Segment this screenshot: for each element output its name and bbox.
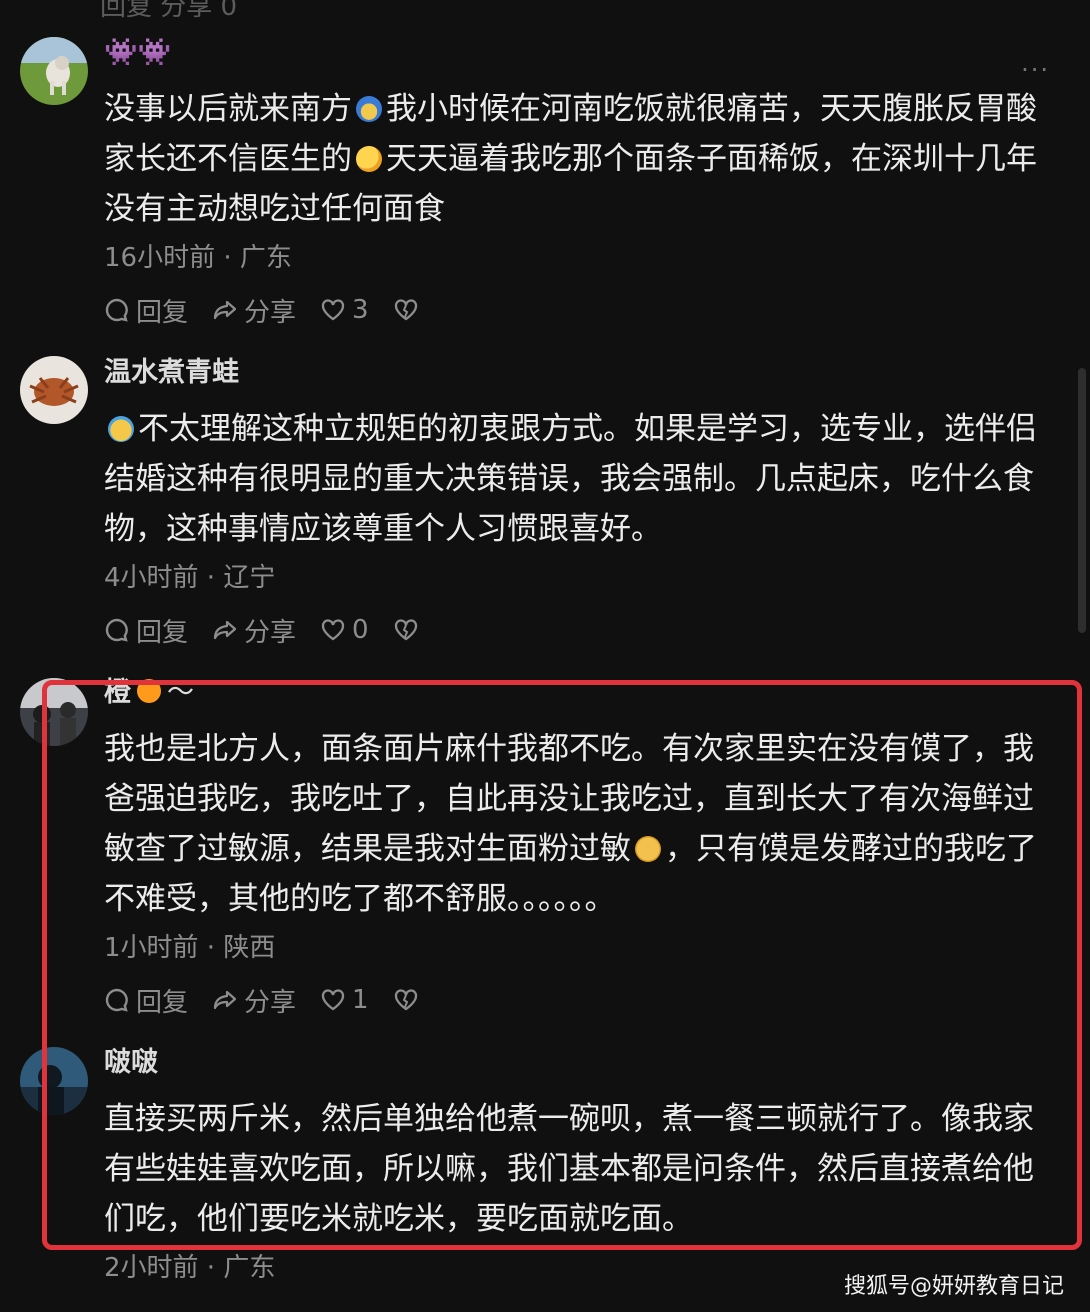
heart-icon xyxy=(321,299,345,321)
like-button[interactable]: 0 xyxy=(320,615,369,645)
highlight-box xyxy=(42,680,1082,1250)
share-arrow-icon xyxy=(213,300,237,320)
reply-button[interactable]: 回复 xyxy=(104,292,188,329)
share-arrow-icon xyxy=(213,620,237,640)
avatar[interactable] xyxy=(20,356,88,424)
comment-body: 不太理解这种立规矩的初衷跟方式。如果是学习，选专业，选伴侣结婚这种有很明显的重大… xyxy=(104,411,1037,547)
scrollbar[interactable] xyxy=(1078,368,1086,633)
username[interactable]: 温水煮青蛙 xyxy=(104,356,239,390)
comment-actions: 回复 分享 3 xyxy=(104,292,425,329)
comment-meta: 4小时前 · 辽宁 xyxy=(104,563,276,593)
broken-heart-icon xyxy=(394,299,417,321)
share-button[interactable]: 分享 xyxy=(212,612,296,649)
comment-body: 没事以后就来南方 我小时候在河南吃饭就很痛苦，天天腹胀反胃酸家长还不信医生的 天天逼… xyxy=(104,91,1037,227)
watermark: 搜狐号@妍妍教育日记 xyxy=(843,1274,1064,1299)
dislike-button[interactable] xyxy=(393,297,425,323)
dislike-button[interactable] xyxy=(393,617,425,643)
scared-emoji-icon xyxy=(356,96,382,122)
laughing-emoji-icon xyxy=(356,146,382,172)
share-button[interactable]: 分享 xyxy=(212,292,296,329)
more-options-icon[interactable]: ··· xyxy=(1021,56,1050,84)
comments-page: 回复 分享 0 👾👾 ··· 没事以后就来南方 我小时候在河南吃饭就很痛苦，天天腹… xyxy=(0,0,1090,1312)
reply-button[interactable]: 回复 xyxy=(104,612,188,649)
like-button[interactable]: 3 xyxy=(320,295,369,325)
broken-heart-icon xyxy=(394,619,417,641)
username[interactable]: 👾👾 xyxy=(104,36,171,70)
comment-bubble-icon xyxy=(105,618,128,642)
sweat-emoji-icon xyxy=(108,416,134,442)
comment-meta: 2小时前 · 广东 xyxy=(104,1253,276,1283)
avatar[interactable] xyxy=(20,37,88,105)
comment-meta: 16小时前 · 广东 xyxy=(104,243,292,273)
partial-action-row: 回复 分享 0 xyxy=(100,0,238,22)
comment-bubble-icon xyxy=(105,298,128,322)
comment-actions: 回复 分享 0 xyxy=(104,612,425,649)
heart-icon xyxy=(321,619,345,641)
